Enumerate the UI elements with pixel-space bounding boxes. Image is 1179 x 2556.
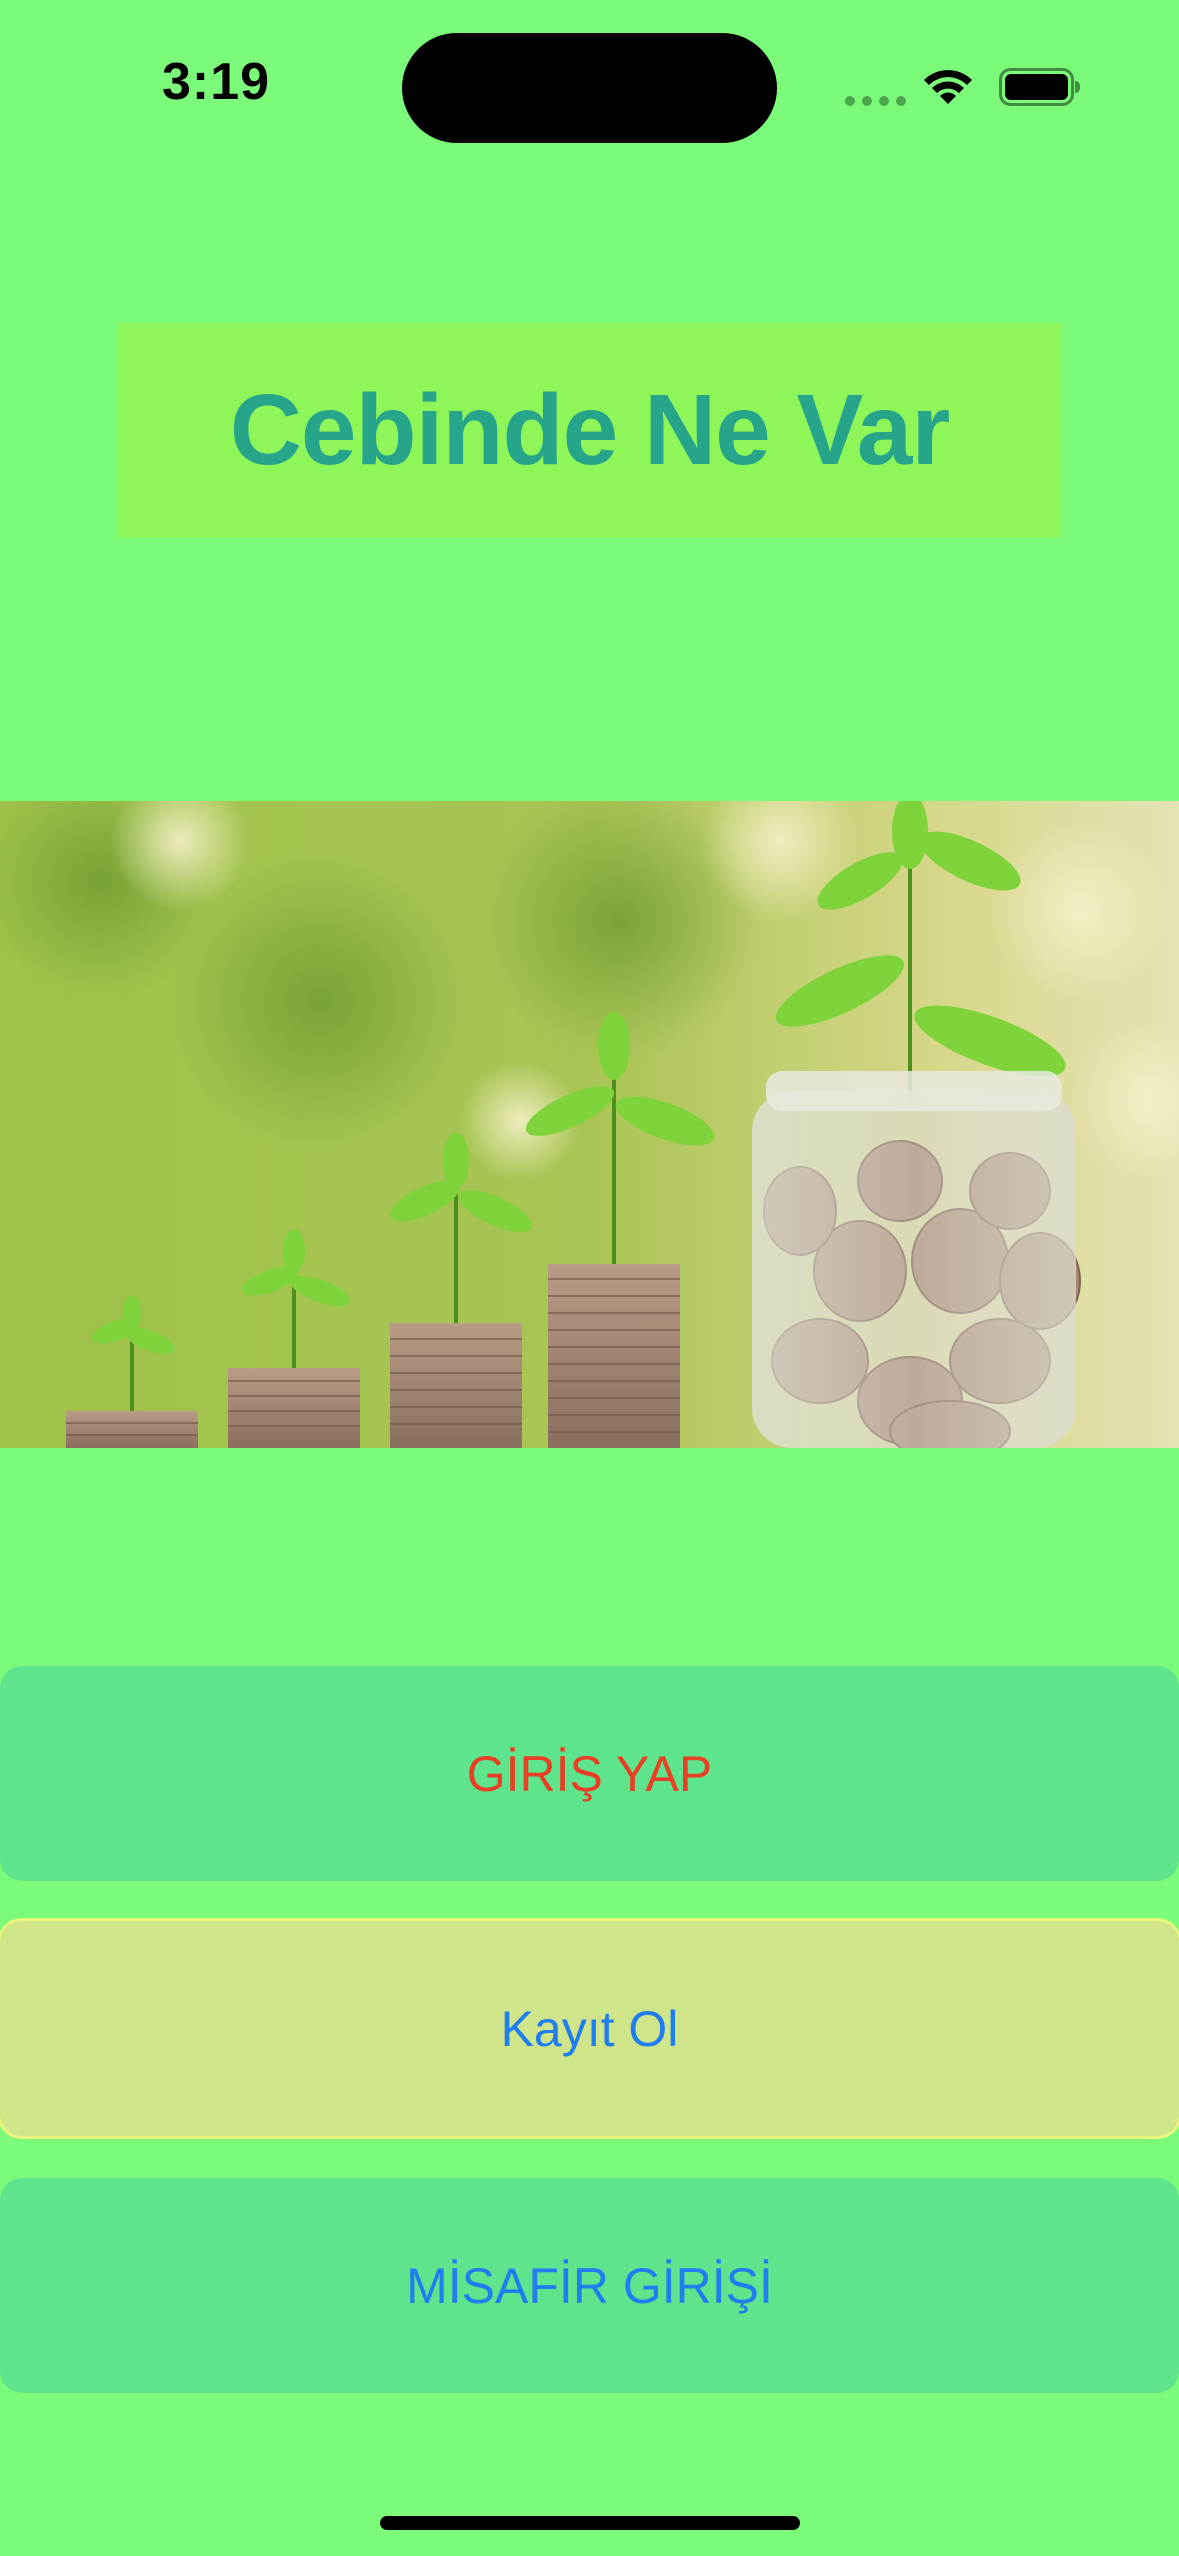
app-title-banner: Cebinde Ne Var (118, 323, 1061, 538)
register-button[interactable]: Kayıt Ol (0, 1921, 1179, 2136)
wifi-icon (924, 70, 972, 104)
savings-plants-coins-photo (0, 801, 1179, 1448)
status-bar: 3:19 (0, 0, 1179, 170)
status-time: 3:19 (162, 53, 271, 111)
battery-icon (999, 68, 1080, 106)
home-indicator[interactable] (380, 2516, 800, 2530)
login-button[interactable]: GİRİŞ YAP (0, 1666, 1179, 1881)
app-title: Cebinde Ne Var (229, 374, 951, 486)
guest-login-button[interactable]: MİSAFİR GİRİŞİ (0, 2178, 1179, 2393)
dynamic-island (402, 33, 777, 143)
cellular-signal-icon (845, 96, 906, 106)
